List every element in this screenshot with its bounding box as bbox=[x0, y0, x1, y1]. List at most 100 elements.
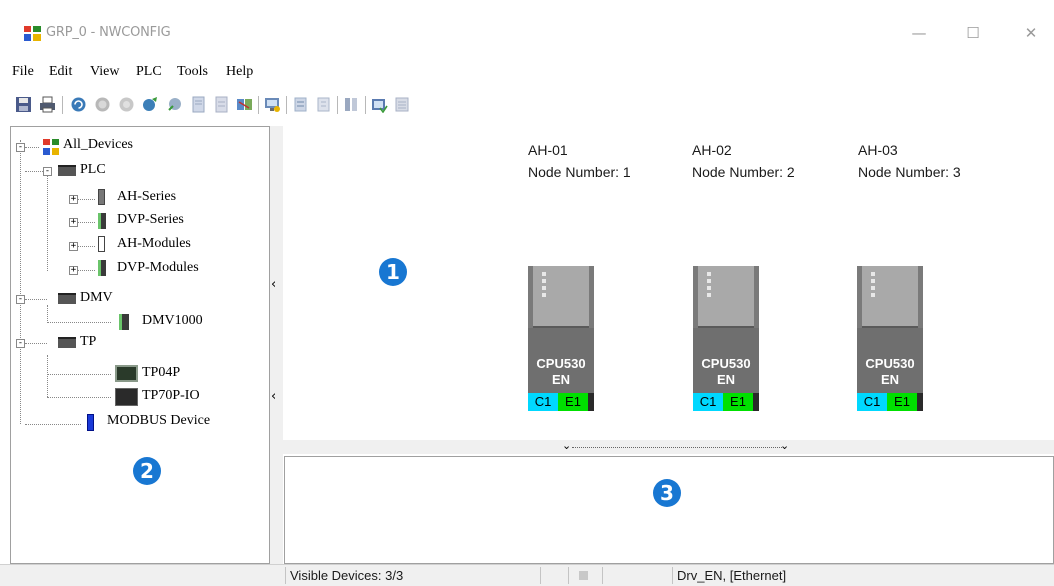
expander-ah-modules[interactable]: + bbox=[69, 242, 78, 251]
tree-connector bbox=[20, 140, 21, 424]
port-c1[interactable]: C1 bbox=[857, 393, 887, 411]
device-node-number: Node Number: 1 bbox=[528, 164, 631, 180]
tree-item-tp04p[interactable]: TP04P bbox=[142, 363, 180, 383]
status-visible-devices: Visible Devices: 3/3 bbox=[285, 567, 540, 584]
tree-item-dmv1000[interactable]: DMV1000 bbox=[142, 311, 203, 331]
callout-badge-2: 2 bbox=[133, 457, 161, 485]
menu-edit[interactable]: Edit bbox=[49, 64, 72, 80]
stop-icon[interactable] bbox=[94, 96, 111, 113]
tree-item-dvp-series[interactable]: DVP-Series bbox=[117, 210, 184, 230]
device-cpu-ah-02[interactable]: CPU530 EN C1 E1 bbox=[693, 266, 759, 411]
device-tree-pane: - All_Devices - PLC + AH-Series + DVP-Se… bbox=[10, 126, 270, 564]
print-icon[interactable] bbox=[39, 96, 56, 113]
cpu-model-label: CPU530 bbox=[701, 356, 751, 371]
minimize-button[interactable]: — bbox=[904, 22, 934, 44]
port-e1[interactable]: E1 bbox=[558, 393, 588, 411]
check-icon[interactable] bbox=[371, 96, 388, 113]
tree-item-dmv[interactable]: DMV bbox=[80, 288, 113, 308]
expander-ah-series[interactable]: + bbox=[69, 195, 78, 204]
tp70p-io-icon bbox=[115, 388, 138, 406]
tree-item-ah-modules[interactable]: AH-Modules bbox=[117, 234, 191, 254]
ah-series-icon bbox=[98, 189, 105, 205]
expander-tp[interactable]: - bbox=[16, 339, 25, 348]
tree-item-ah-series[interactable]: AH-Series bbox=[117, 187, 176, 207]
device-cpu-ah-01[interactable]: CPU530 EN C1 E1 bbox=[528, 266, 594, 411]
dvp-modules-icon bbox=[98, 260, 106, 276]
chevron-down-icon[interactable]: ⌄ bbox=[562, 439, 571, 452]
tree-item-tp70p-io[interactable]: TP70P-IO bbox=[142, 386, 200, 406]
callout-badge-1: 1 bbox=[379, 258, 407, 286]
monitor-icon[interactable] bbox=[264, 96, 281, 113]
toolbar-separator bbox=[62, 96, 63, 114]
maximize-button[interactable]: ☐ bbox=[958, 22, 988, 44]
parameter-icon[interactable] bbox=[236, 96, 253, 113]
toolbar bbox=[0, 90, 1054, 118]
status-empty-cell bbox=[540, 567, 568, 584]
compile-icon[interactable] bbox=[343, 96, 360, 113]
tree-connector bbox=[47, 171, 48, 271]
tree-item-modbus-device[interactable]: MODBUS Device bbox=[107, 411, 210, 431]
download-icon[interactable] bbox=[190, 96, 207, 113]
save-icon[interactable] bbox=[15, 96, 32, 113]
network-icon[interactable] bbox=[118, 96, 135, 113]
collapse-left-arrow-icon[interactable]: ‹ bbox=[271, 278, 281, 292]
menu-plc[interactable]: PLC bbox=[136, 64, 162, 80]
horizontal-splitter[interactable]: ⌄ ⌄ bbox=[283, 439, 1054, 454]
tree-connector bbox=[25, 147, 39, 148]
cpu-led bbox=[542, 272, 546, 276]
status-indicator-cell bbox=[568, 567, 602, 584]
tree-item-all-devices[interactable]: All_Devices bbox=[63, 135, 133, 155]
cpu-led bbox=[542, 279, 546, 283]
status-empty-cell bbox=[602, 567, 672, 584]
vertical-splitter[interactable]: ‹ ‹ bbox=[270, 126, 283, 564]
expander-dvp-modules[interactable]: + bbox=[69, 266, 78, 275]
cpu-led bbox=[707, 279, 711, 283]
expander-dvp-series[interactable]: + bbox=[69, 218, 78, 227]
close-button[interactable]: ✕ bbox=[1016, 22, 1046, 44]
nwconfig-window: GRP_0 - NWCONFIG — ☐ ✕ File Edit View PL… bbox=[0, 0, 1054, 586]
online-icon[interactable] bbox=[292, 96, 309, 113]
cpu-sub-label: EN bbox=[880, 372, 900, 387]
cpu-led bbox=[871, 272, 875, 276]
port-e1[interactable]: E1 bbox=[723, 393, 753, 411]
offline-icon[interactable] bbox=[315, 96, 332, 113]
list-icon[interactable] bbox=[394, 96, 411, 113]
port-c1[interactable]: C1 bbox=[693, 393, 723, 411]
cpu-led bbox=[542, 293, 546, 297]
upload-icon[interactable] bbox=[166, 96, 183, 113]
tp-group-icon bbox=[58, 337, 76, 348]
tree-item-plc[interactable]: PLC bbox=[80, 160, 106, 180]
tree-item-dvp-modules[interactable]: DVP-Modules bbox=[117, 258, 199, 278]
menu-tools[interactable]: Tools bbox=[177, 64, 208, 80]
cpu-led bbox=[871, 286, 875, 290]
status-bar: Visible Devices: 3/3 Drv_EN, [Ethernet] bbox=[0, 564, 1054, 586]
refresh-icon[interactable] bbox=[70, 96, 87, 113]
device-name: AH-01 bbox=[528, 142, 568, 158]
dvp-series-icon bbox=[98, 213, 106, 229]
port-e1[interactable]: E1 bbox=[887, 393, 917, 411]
tools-icon[interactable] bbox=[213, 96, 230, 113]
menu-view[interactable]: View bbox=[90, 64, 119, 80]
tree-connector bbox=[47, 305, 48, 323]
port-c1[interactable]: C1 bbox=[528, 393, 558, 411]
tree-connector bbox=[47, 322, 111, 323]
cpu-led bbox=[707, 293, 711, 297]
modbus-device-icon bbox=[87, 414, 94, 431]
expander-plc[interactable]: - bbox=[43, 167, 52, 176]
menu-help[interactable]: Help bbox=[226, 64, 253, 80]
app-icon bbox=[24, 26, 41, 41]
tree-item-tp[interactable]: TP bbox=[80, 332, 96, 352]
cpu-model-label: CPU530 bbox=[865, 356, 915, 371]
cpu-led bbox=[542, 286, 546, 290]
device-cpu-ah-03[interactable]: CPU530 EN C1 E1 bbox=[857, 266, 923, 411]
expander-dmv[interactable]: - bbox=[16, 295, 25, 304]
tree-connector bbox=[25, 299, 47, 300]
collapse-left-arrow-icon[interactable]: ‹ bbox=[271, 390, 281, 404]
scan-icon[interactable] bbox=[142, 96, 159, 113]
chevron-down-icon[interactable]: ⌄ bbox=[780, 439, 789, 452]
splitter-handle[interactable]: ⌄ ⌄ bbox=[562, 439, 792, 452]
status-driver: Drv_EN, [Ethernet] bbox=[672, 567, 1054, 584]
expander-all-devices[interactable]: - bbox=[16, 143, 25, 152]
tree-connector bbox=[47, 397, 111, 398]
menu-file[interactable]: File bbox=[12, 64, 34, 80]
